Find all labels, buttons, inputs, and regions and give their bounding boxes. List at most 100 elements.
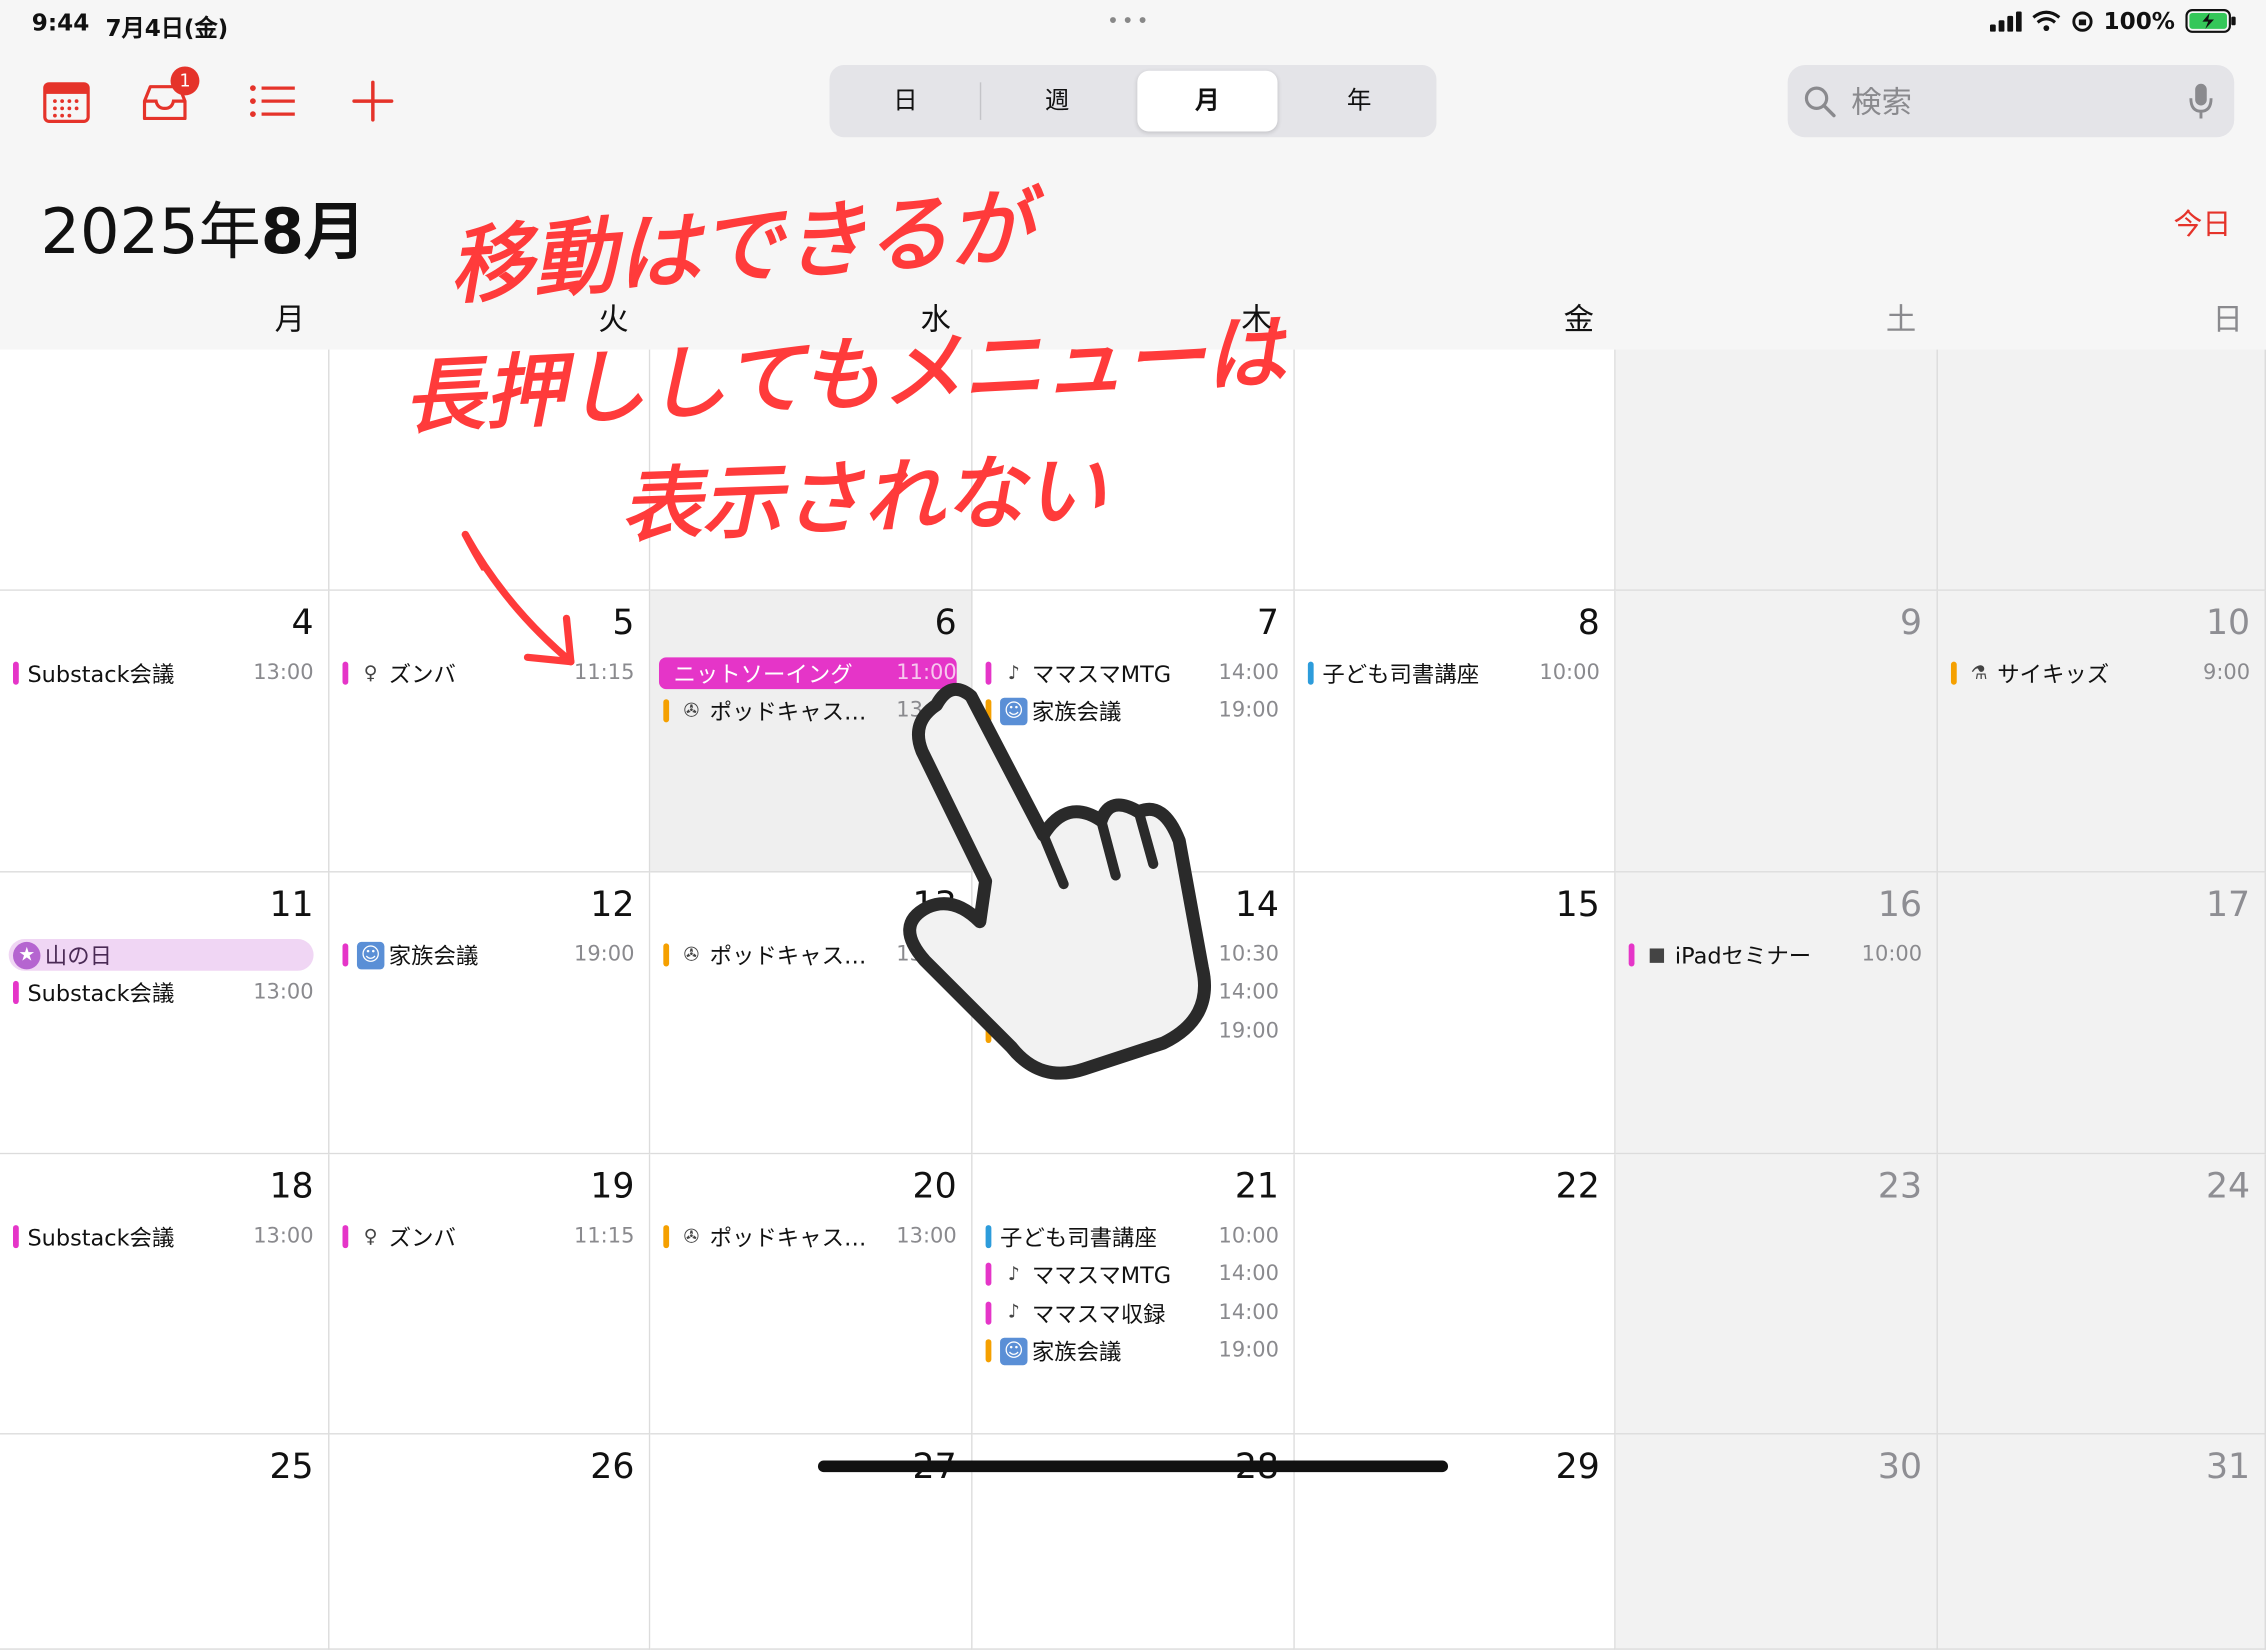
search-input[interactable] [1848, 65, 2173, 141]
home-indicator[interactable] [817, 1460, 1449, 1473]
day-cell[interactable]: 15 [1294, 872, 1616, 1155]
star-icon: ★ [13, 941, 41, 969]
calendar-event[interactable]: Substack会議 13:00 [13, 977, 314, 1009]
day-cell[interactable]: 21 子ども司書講座 10:00 ♪ ママスマMTG 14:00 ♪ ママスマ収録 14:00 ☺… [972, 1154, 1295, 1435]
dancer-icon: ♀ [363, 662, 378, 685]
event-time: 14:00 [1218, 1301, 1279, 1325]
calendar-event[interactable]: ♪ ママスマ収録 14:00 [985, 1297, 1279, 1329]
day-cell[interactable]: 16 ■ iPadセミナー 10:00 [1615, 872, 1938, 1155]
event-time: 11:15 [574, 1225, 635, 1249]
event-time: 10:00 [1218, 1225, 1279, 1249]
weekday-label: 水 [920, 301, 951, 337]
day-number: 16 [1877, 884, 1923, 925]
pointing-hand-icon [903, 682, 1212, 1080]
calendar-event[interactable]: ♀ ズンバ 11:15 [342, 1221, 635, 1253]
day-number: 6 [934, 602, 957, 643]
event-color-bar [13, 661, 19, 685]
dancer-icon: ♀ [363, 1225, 378, 1248]
day-cell[interactable]: 22 [1294, 1154, 1616, 1435]
day-number: 22 [1555, 1165, 1600, 1207]
event-color-bar [342, 1225, 349, 1249]
family-icon: ☺ [356, 941, 385, 969]
day-cell[interactable]: 19 ♀ ズンバ 11:15 [329, 1154, 651, 1435]
day-number: 17 [2205, 884, 2251, 925]
today-button[interactable]: 今日 [2174, 201, 2232, 243]
plus-icon[interactable] [347, 75, 399, 127]
day-cell[interactable]: 10 ⚗ サイキッズ 9:00 [1937, 590, 2266, 873]
event-color-bar [342, 661, 349, 685]
camera-icon: ■ [1647, 944, 1666, 966]
calendar-event[interactable]: ♪ ママスマMTG 14:00 [985, 1259, 1279, 1291]
day-number: 10 [2205, 602, 2251, 643]
search-field[interactable] [1787, 65, 2235, 141]
microphone-icon[interactable] [2188, 82, 2214, 120]
day-cell[interactable]: 30 [1615, 1434, 1938, 1650]
battery-charging-icon [2185, 9, 2236, 33]
event-color-bar [13, 1225, 19, 1249]
calendar-event[interactable]: ★ 山の日 [8, 939, 314, 971]
event-title: iPadセミナー [1674, 943, 1812, 970]
event-title: 山の日 [44, 943, 113, 970]
header-background [0, 0, 2266, 350]
calendar-event[interactable]: 子ども司書講座 10:00 [1307, 657, 1600, 689]
inbox-badge: 1 [170, 66, 200, 96]
day-number: 21 [1234, 1165, 1279, 1207]
day-number: 15 [1555, 884, 1600, 925]
day-cell[interactable]: 31 [1937, 1434, 2266, 1650]
day-number: 30 [1877, 1446, 1923, 1487]
weekday-label: 土 [1885, 301, 1917, 337]
day-cell[interactable]: 12 ☺ 家族会議 19:00 [329, 872, 651, 1155]
segment-month[interactable]: 月 [1137, 70, 1278, 132]
calendar-event[interactable]: ■ iPadセミナー 10:00 [1628, 939, 1922, 971]
event-title: ズンバ [388, 1225, 456, 1252]
day-cell[interactable]: 24 [1937, 1154, 2266, 1435]
day-cell[interactable]: 17 [1937, 872, 2266, 1155]
day-number: 20 [912, 1165, 957, 1207]
event-time: 19:00 [1218, 1339, 1279, 1363]
day-cell[interactable]: 23 [1615, 1154, 1938, 1435]
segment-divider [979, 82, 982, 120]
segment-week[interactable]: 週 [987, 71, 1127, 132]
calendar-event[interactable]: ⚗ サイキッズ 9:00 [1950, 657, 2250, 689]
calendar-event[interactable]: ☺ 家族会議 19:00 [342, 939, 635, 971]
day-cell[interactable]: 11 ★ 山の日 Substack会議 13:00 [0, 872, 330, 1155]
calendar-event[interactable]: ☺ 家族会議 19:00 [985, 1335, 1279, 1367]
event-time: 13:00 [896, 1225, 957, 1249]
event-color-bar [985, 1301, 992, 1325]
day-number: 24 [2205, 1165, 2251, 1207]
mic-icon: ♪ [1007, 1263, 1020, 1286]
day-cell[interactable]: 20 ✇ ポッドキャスト収録 13:00 [650, 1154, 973, 1435]
event-color-bar [985, 1339, 992, 1363]
arrow-icon [461, 530, 575, 666]
day-cell[interactable]: 25 [0, 1434, 330, 1650]
event-time: 14:00 [1218, 1263, 1279, 1287]
day-number: 7 [1256, 602, 1279, 643]
event-time: 19:00 [574, 943, 635, 967]
family-icon: ☺ [1000, 1337, 1028, 1365]
event-title: ポッドキャスト収録 [709, 699, 888, 726]
year-text: 2025年 [40, 196, 261, 269]
event-title: Substack会議 [27, 661, 175, 688]
event-color-bar [342, 943, 349, 967]
day-cell[interactable]: 4 Substack会議 13:00 [0, 590, 330, 873]
day-cell[interactable]: 18 Substack会議 13:00 [0, 1154, 330, 1435]
event-title: ママスマ収録 [1031, 1301, 1166, 1328]
segment-year[interactable]: 年 [1289, 71, 1429, 132]
day-cell[interactable]: 8 子ども司書講座 10:00 [1294, 590, 1616, 873]
event-color-bar [663, 943, 670, 967]
calendar-event[interactable]: Substack会議 13:00 [13, 657, 314, 689]
calendar-event[interactable]: ✇ ポッドキャスト収録 13:00 [663, 1221, 957, 1253]
event-color-bar [1950, 661, 1957, 685]
event-title: ポッドキャスト収録 [709, 943, 888, 970]
weekday-label: 日 [2212, 301, 2243, 337]
weekday-label: 金 [1563, 301, 1595, 337]
list-icon[interactable] [246, 75, 298, 127]
day-cell[interactable]: 9 [1615, 590, 1938, 873]
view-segmented-control: 日 週 月 年 [829, 65, 1437, 138]
calendar-event[interactable]: Substack会議 13:00 [13, 1221, 314, 1253]
calendar-icon[interactable] [40, 75, 92, 127]
calendar-event[interactable]: 子ども司書講座 10:00 [985, 1221, 1279, 1253]
multitasking-dots[interactable]: ••• [1107, 10, 1151, 33]
day-cell[interactable]: 26 [329, 1434, 651, 1650]
segment-day[interactable]: 日 [835, 71, 975, 132]
